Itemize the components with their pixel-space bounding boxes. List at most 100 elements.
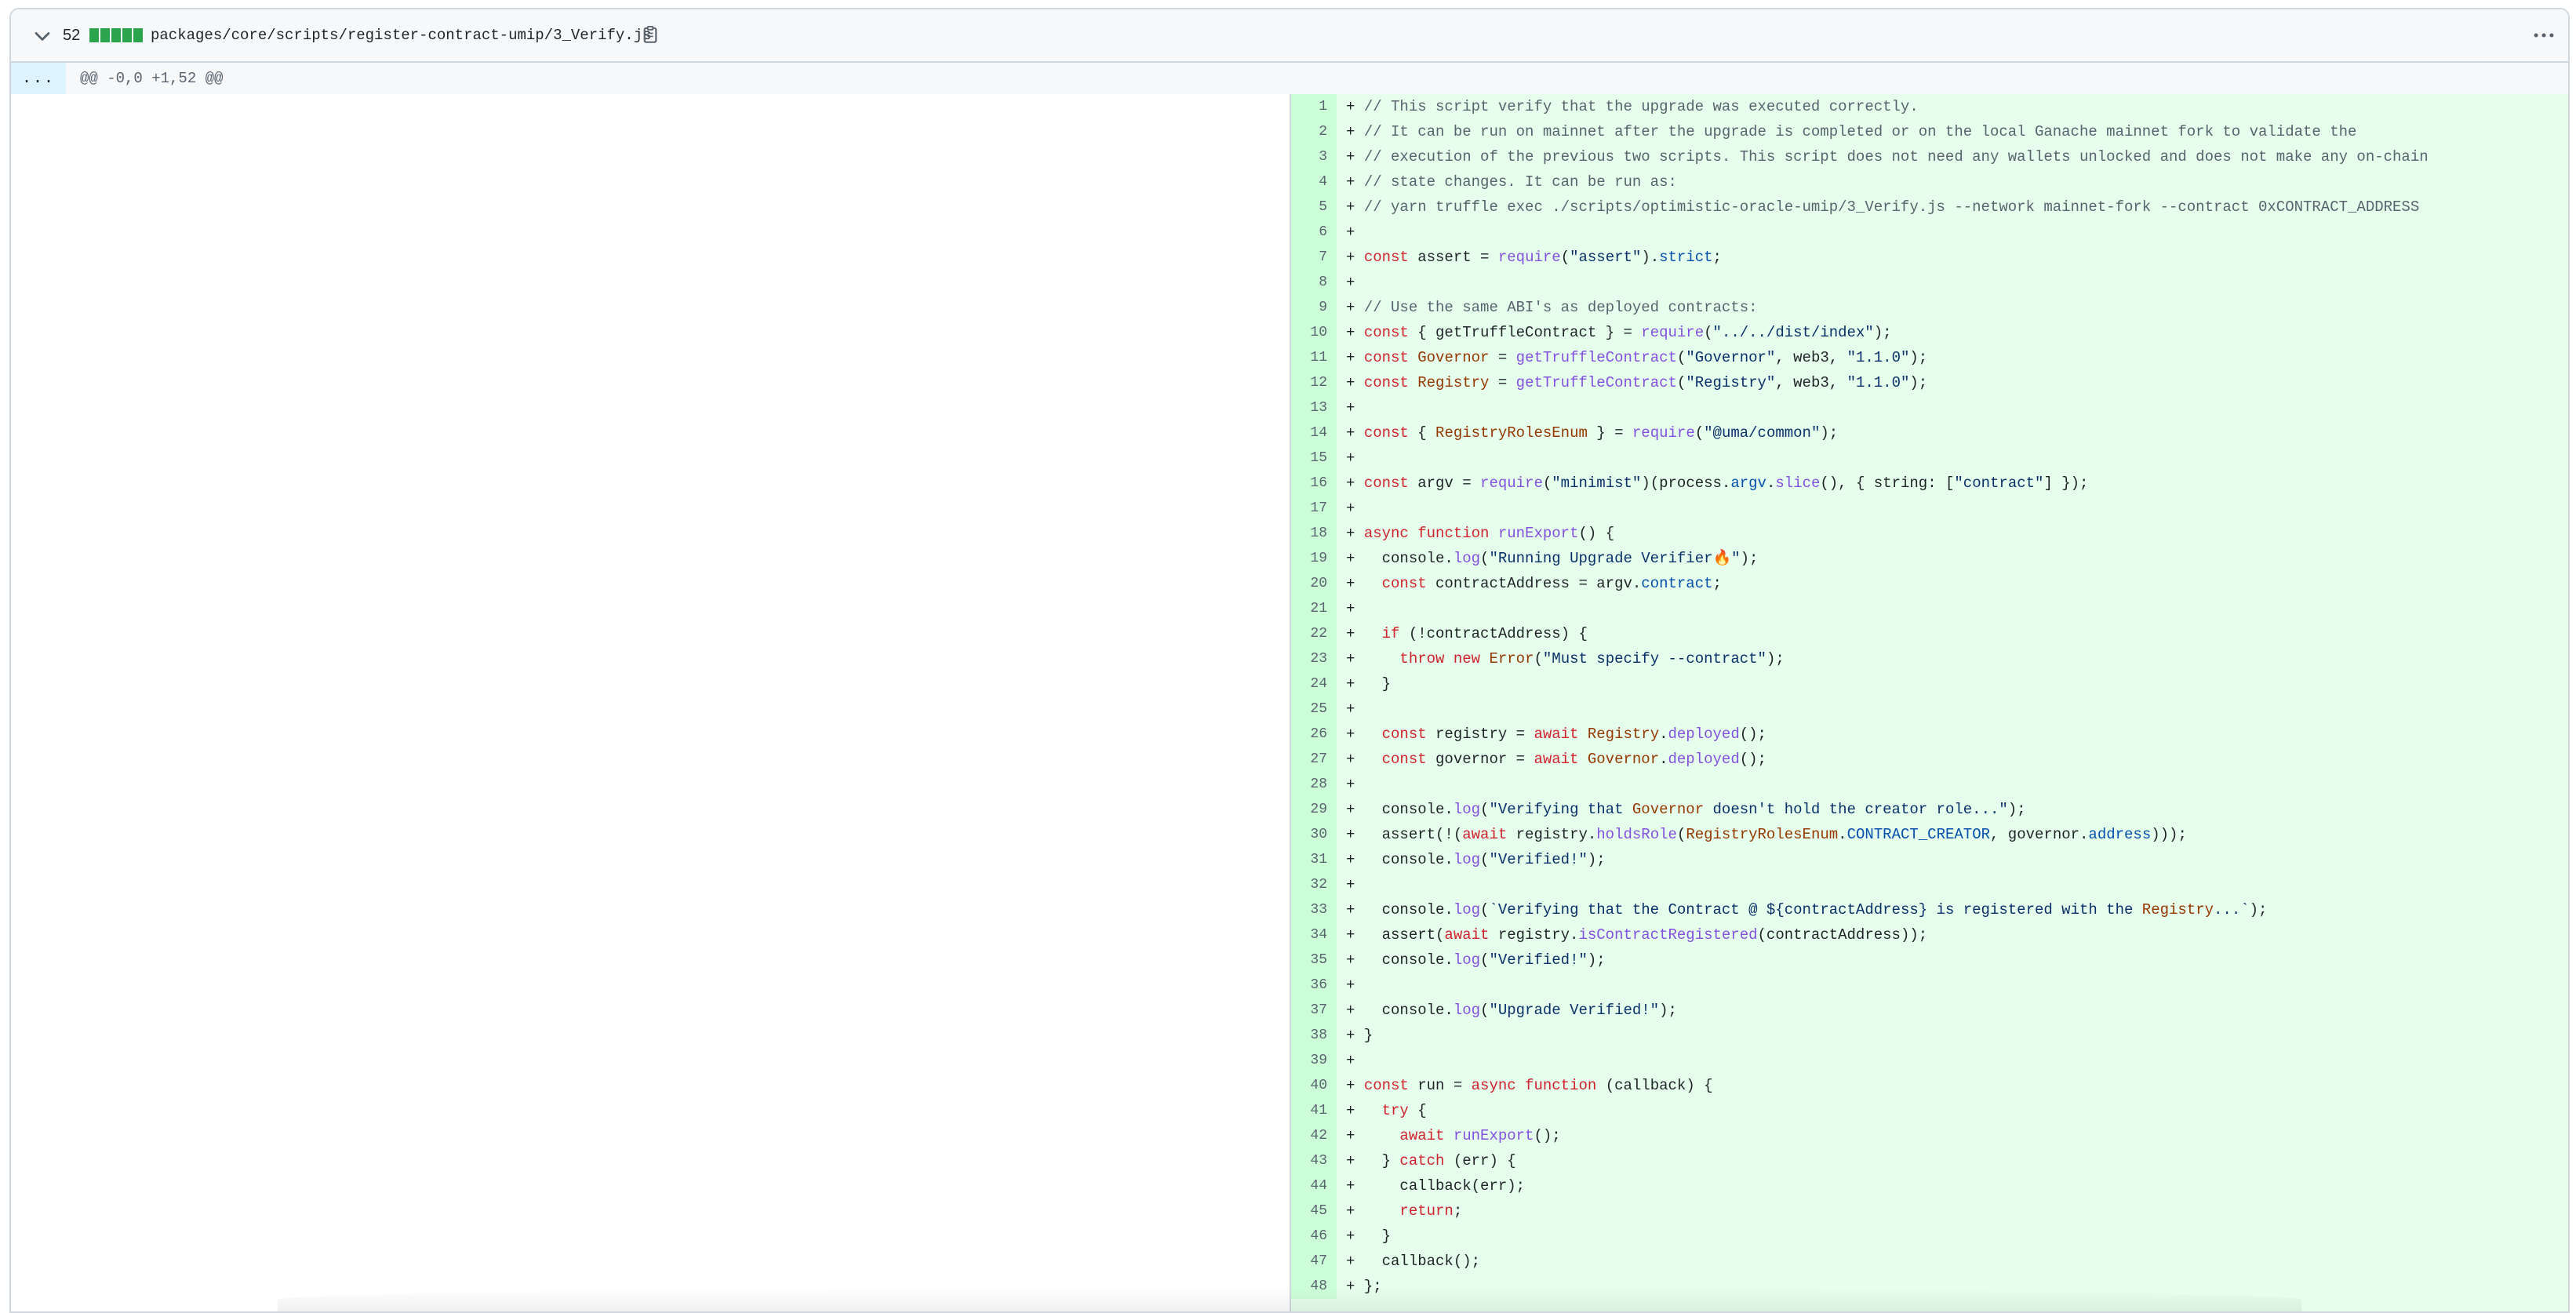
line-number[interactable]: 23 — [1291, 646, 1337, 671]
diff-line: 20 + const contractAddress = argv.contrac… — [1291, 571, 2568, 596]
line-number[interactable]: 42 — [1291, 1123, 1337, 1148]
diff-line: 25 + — [1291, 697, 2568, 722]
line-number[interactable]: 34 — [1291, 922, 1337, 947]
diff-line: 30 + assert(!(await registry.holdsRole(Re… — [1291, 822, 2568, 847]
line-number[interactable]: 19 — [1291, 546, 1337, 571]
diff-line: 18 + async function runExport() { — [1291, 521, 2568, 546]
code-text: + // Use the same ABI's as deployed cont… — [1346, 299, 1758, 316]
line-number[interactable]: 20 — [1291, 571, 1337, 596]
code-text: + callback(); — [1346, 1253, 1481, 1270]
line-number[interactable]: 16 — [1291, 471, 1337, 496]
line-number[interactable]: 9 — [1291, 295, 1337, 320]
diff-line: 34 + assert(await registry.isContractRegi… — [1291, 922, 2568, 947]
line-number[interactable]: 11 — [1291, 345, 1337, 370]
diff-line: 16 + const argv = require("minimist")(pro… — [1291, 471, 2568, 496]
code-text: + console.log("Verified!"); — [1346, 851, 1606, 868]
diff-line: 31 + console.log("Verified!"); — [1291, 847, 2568, 872]
line-number[interactable]: 22 — [1291, 621, 1337, 646]
code-text: + } catch (err) { — [1346, 1152, 1516, 1169]
diff-line: 6 + — [1291, 220, 2568, 245]
line-number[interactable]: 12 — [1291, 370, 1337, 395]
line-number[interactable]: 1 — [1291, 94, 1337, 119]
line-number[interactable]: 32 — [1291, 872, 1337, 897]
diff-line: 21 + — [1291, 596, 2568, 621]
code-text: + — [1346, 274, 1355, 291]
diff-line: 27 + const governor = await Governor.depl… — [1291, 747, 2568, 772]
diff-line: 28 + — [1291, 772, 2568, 797]
copy-icon[interactable] — [640, 24, 660, 45]
line-number[interactable]: 6 — [1291, 220, 1337, 245]
code-text: + const assert = require("assert").stric… — [1346, 249, 1722, 266]
line-number[interactable]: 18 — [1291, 521, 1337, 546]
line-number[interactable]: 13 — [1291, 395, 1337, 420]
line-number[interactable]: 17 — [1291, 496, 1337, 521]
line-number[interactable]: 43 — [1291, 1148, 1337, 1173]
line-number[interactable]: 47 — [1291, 1249, 1337, 1274]
line-number[interactable]: 15 — [1291, 446, 1337, 471]
line-number[interactable]: 35 — [1291, 947, 1337, 973]
line-number[interactable]: 28 — [1291, 772, 1337, 797]
code-text: + } — [1346, 675, 1392, 693]
code-text: + — [1346, 1052, 1355, 1069]
line-number[interactable]: 25 — [1291, 697, 1337, 722]
diff-line: 15 + — [1291, 446, 2568, 471]
line-number[interactable]: 31 — [1291, 847, 1337, 872]
diff-line: 45 + return; — [1291, 1198, 2568, 1224]
diff-line: 22 + if (!contractAddress) { — [1291, 621, 2568, 646]
line-number[interactable]: 45 — [1291, 1198, 1337, 1224]
line-number[interactable]: 3 — [1291, 144, 1337, 169]
diffstat-bar — [89, 28, 143, 42]
line-number[interactable]: 39 — [1291, 1048, 1337, 1073]
line-number[interactable]: 33 — [1291, 897, 1337, 922]
line-number[interactable]: 36 — [1291, 973, 1337, 998]
line-number[interactable]: 14 — [1291, 420, 1337, 446]
line-number[interactable]: 27 — [1291, 747, 1337, 772]
split-diff: 1 + // This script verify that the upgrad… — [11, 94, 2568, 1311]
line-number[interactable]: 37 — [1291, 998, 1337, 1023]
diff-line: 38 + } — [1291, 1023, 2568, 1048]
diff-line: 40 + const run = async function (callback… — [1291, 1073, 2568, 1098]
new-file-pane: 1 + // This script verify that the upgrad… — [1291, 94, 2568, 1311]
line-number[interactable]: 44 — [1291, 1173, 1337, 1198]
code-text: + } — [1346, 1228, 1392, 1245]
code-text: + throw new Error("Must specify --contra… — [1346, 650, 1785, 667]
line-number[interactable]: 40 — [1291, 1073, 1337, 1098]
line-number[interactable]: 2 — [1291, 119, 1337, 144]
line-number[interactable]: 41 — [1291, 1098, 1337, 1123]
line-number[interactable]: 29 — [1291, 797, 1337, 822]
line-number[interactable]: 46 — [1291, 1224, 1337, 1249]
code-text: + // execution of the previous two scrip… — [1346, 148, 2429, 165]
diff-line: 19 + console.log("Running Upgrade Verifie… — [1291, 546, 2568, 571]
hunk-header-row: ... @@ -0,0 +1,52 @@ — [11, 63, 2568, 94]
diff-line: 47 + callback(); — [1291, 1249, 2568, 1274]
file-path[interactable]: packages/core/scripts/register-contract-… — [151, 25, 652, 45]
expand-button[interactable]: ... — [11, 63, 66, 94]
old-file-pane — [11, 94, 1291, 1311]
diff-line: 10 + const { getTruffleContract } = requi… — [1291, 320, 2568, 345]
code-text: + — [1346, 449, 1355, 467]
diff-line: 11 + const Governor = getTruffleContract(… — [1291, 345, 2568, 370]
line-number[interactable]: 7 — [1291, 245, 1337, 270]
diff-line: 1 + // This script verify that the upgrad… — [1291, 94, 2568, 119]
diff-line: 7 + const assert = require("assert").stri… — [1291, 245, 2568, 270]
diff-line: 13 + — [1291, 395, 2568, 420]
code-text: + await runExport(); — [1346, 1127, 1561, 1144]
line-number[interactable]: 4 — [1291, 169, 1337, 195]
code-text: + return; — [1346, 1202, 1463, 1220]
line-number[interactable]: 24 — [1291, 671, 1337, 697]
diff-line: 8 + — [1291, 270, 2568, 295]
diff-line: 2 + // It can be run on mainnet after the… — [1291, 119, 2568, 144]
line-number[interactable]: 26 — [1291, 722, 1337, 747]
code-text: + try { — [1346, 1102, 1427, 1119]
line-number[interactable]: 8 — [1291, 270, 1337, 295]
line-number[interactable]: 30 — [1291, 822, 1337, 847]
line-number[interactable]: 38 — [1291, 1023, 1337, 1048]
more-options-icon[interactable] — [2531, 25, 2557, 45]
code-text: + if (!contractAddress) { — [1346, 625, 1588, 642]
diff-line: 26 + const registry = await Registry.depl… — [1291, 722, 2568, 747]
line-number[interactable]: 5 — [1291, 195, 1337, 220]
line-number[interactable]: 10 — [1291, 320, 1337, 345]
chevron-down-icon[interactable] — [31, 25, 53, 47]
code-text: + const run = async function (callback) … — [1346, 1077, 1713, 1094]
line-number[interactable]: 21 — [1291, 596, 1337, 621]
